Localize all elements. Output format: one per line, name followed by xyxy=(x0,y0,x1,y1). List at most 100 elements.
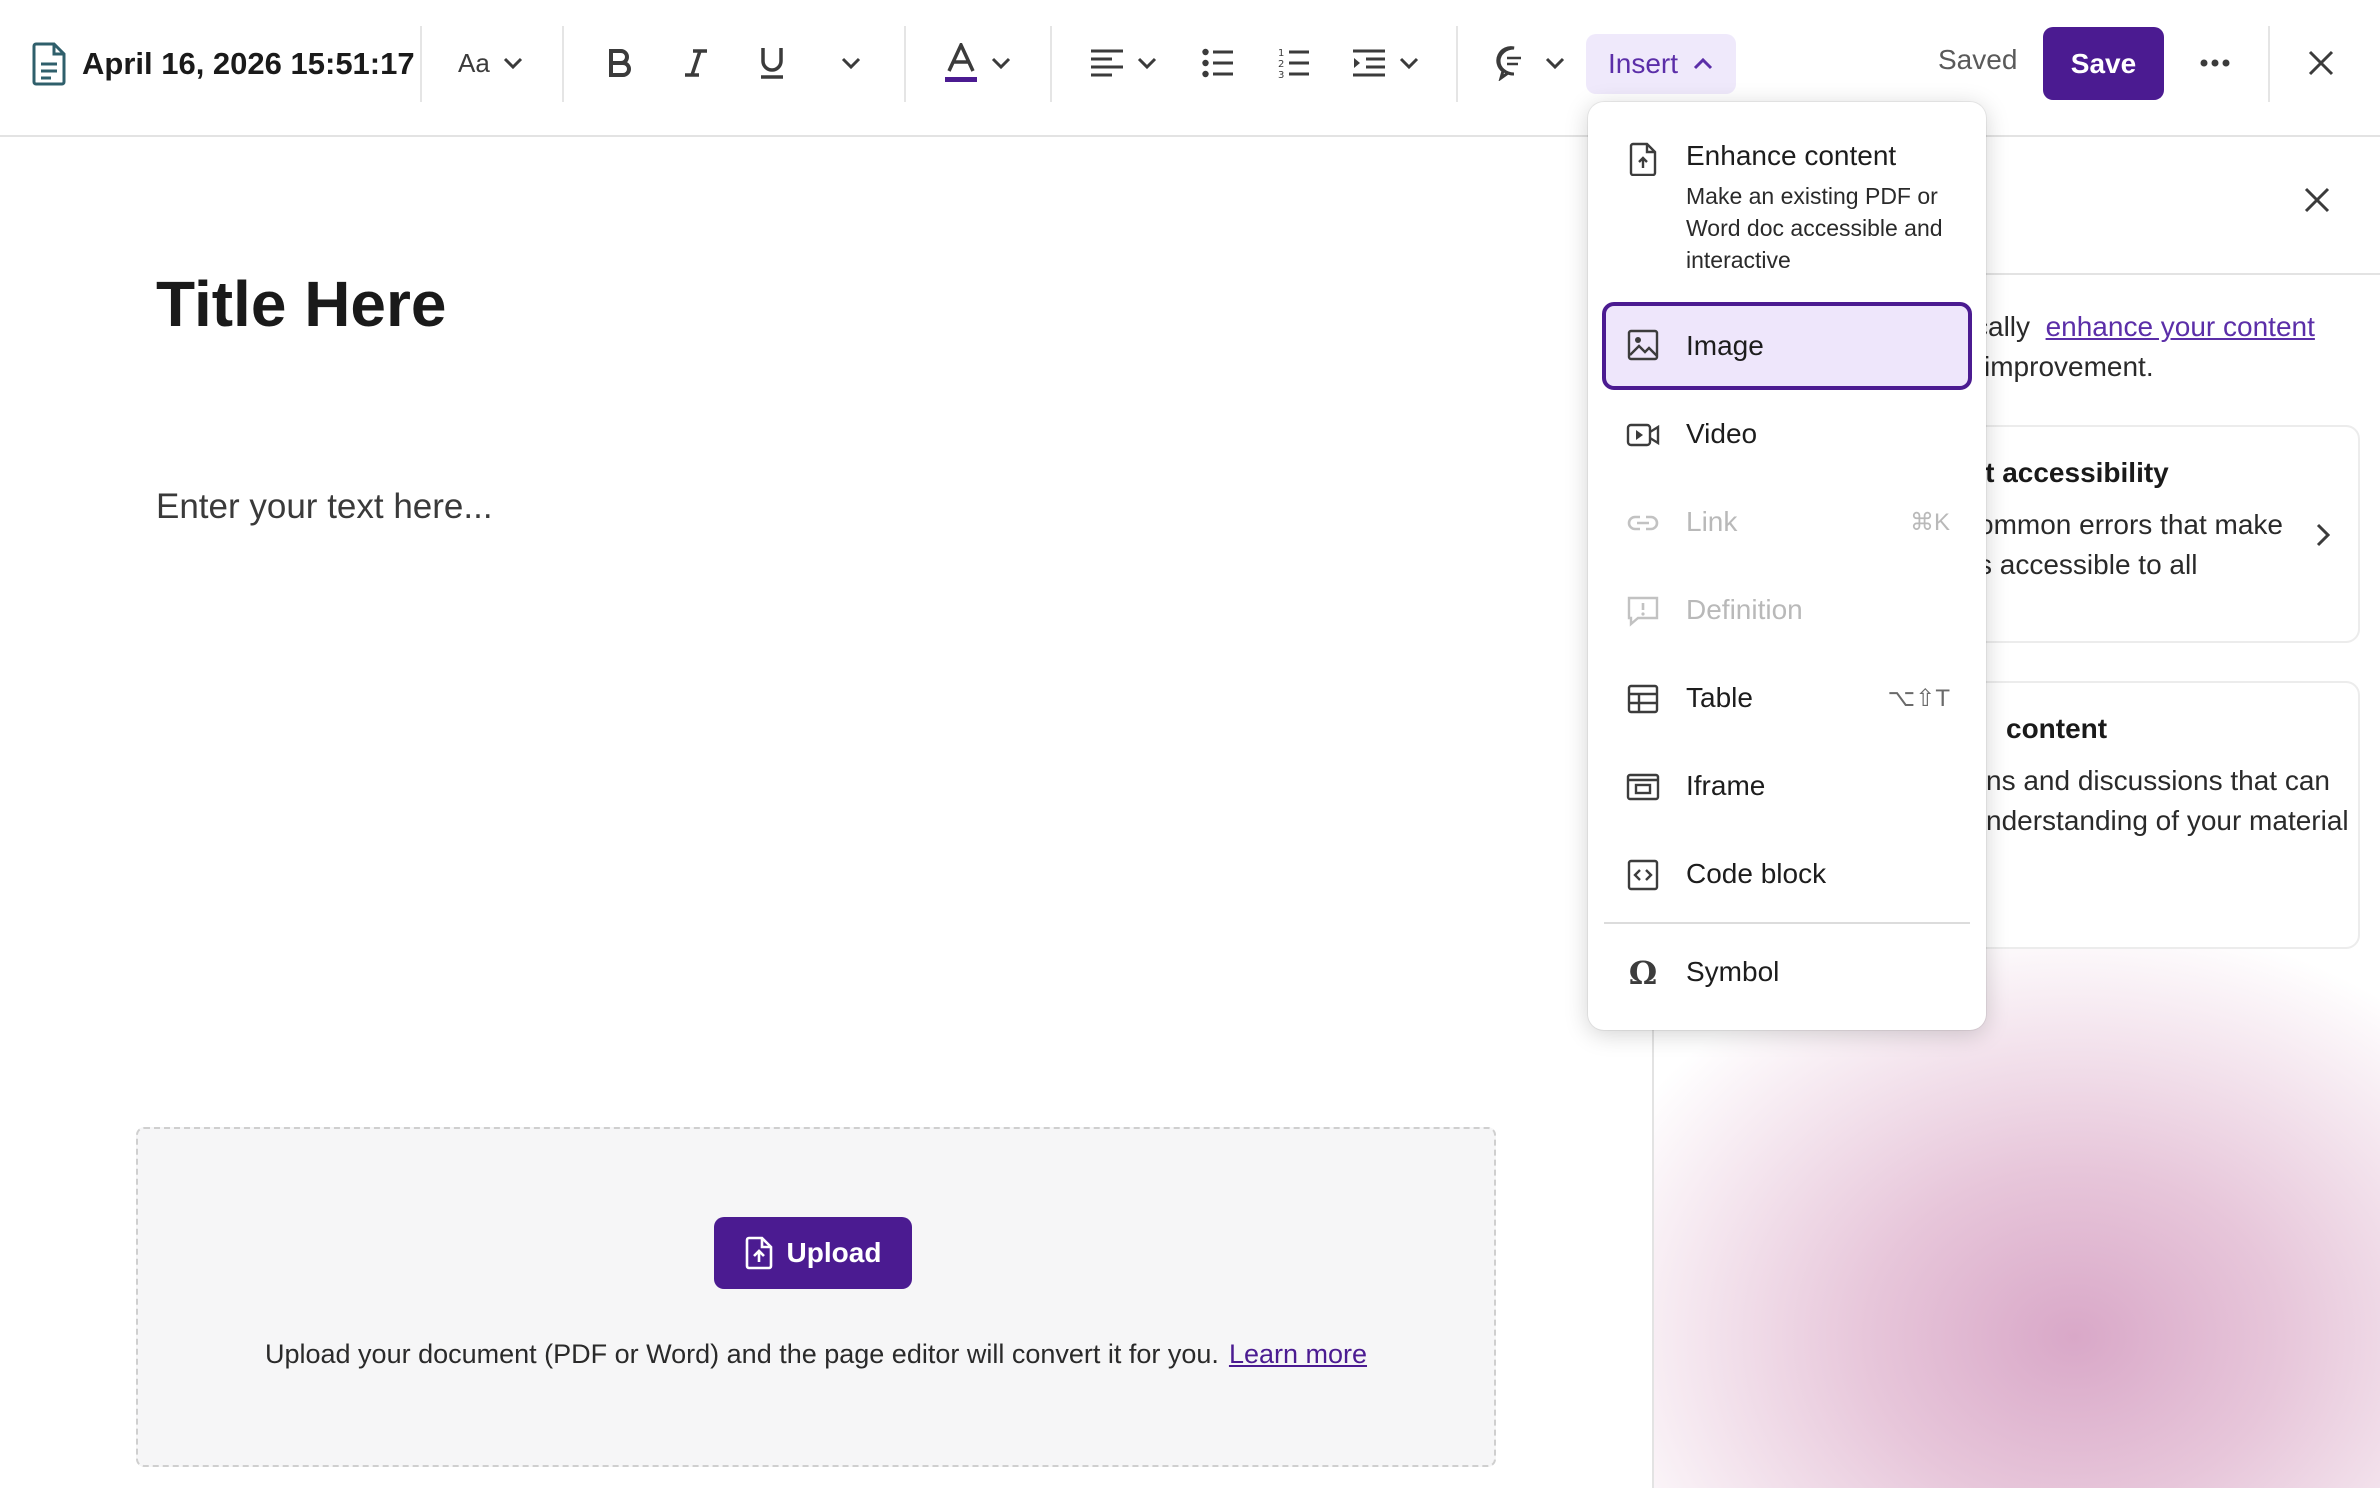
indent-button[interactable] xyxy=(1352,32,1420,94)
editor-canvas: Title Here Enter your text here... Uploa… xyxy=(0,137,1652,1488)
code-block-icon xyxy=(1627,859,1659,891)
enhance-content-link[interactable]: enhance your content xyxy=(2046,311,2315,342)
chevron-up-icon xyxy=(1693,57,1713,70)
card-title: content xyxy=(2006,713,2108,744)
menu-item-label: Iframe xyxy=(1686,770,1766,801)
document-title: April 16, 2026 15:51:17 xyxy=(82,46,415,81)
menu-item-symbol[interactable]: Ω Symbol xyxy=(1602,932,1972,1012)
underline-icon xyxy=(761,48,783,79)
insert-button[interactable]: Insert xyxy=(1586,34,1736,94)
bold-icon xyxy=(609,49,631,77)
comment-icon xyxy=(1496,46,1521,81)
more-horizontal-icon xyxy=(2200,59,2230,67)
menu-item-label: Code block xyxy=(1686,858,1827,889)
indent-icon xyxy=(1353,49,1385,77)
menu-item-link[interactable]: Link ⌘K xyxy=(1602,482,1972,562)
more-formatting-button[interactable] xyxy=(836,32,866,94)
keyboard-shortcut: ⌥⇧T xyxy=(1887,684,1950,712)
insert-label: Insert xyxy=(1607,48,1679,79)
iframe-icon xyxy=(1626,773,1660,801)
video-icon xyxy=(1626,423,1660,447)
menu-item-label: Link xyxy=(1686,506,1738,537)
editor-toolbar: April 16, 2026 15:51:17 Aa 1 2 3 Insert … xyxy=(0,0,2380,137)
menu-item-table[interactable]: Table ⌥⇧T xyxy=(1602,658,1972,738)
chevron-down-icon xyxy=(503,57,522,70)
bold-button[interactable] xyxy=(600,32,640,94)
toolbar-divider xyxy=(2268,26,2270,102)
toolbar-divider xyxy=(904,26,906,102)
font-size-button[interactable]: Aa xyxy=(458,32,524,94)
font-size-label: Aa xyxy=(458,47,490,78)
menu-item-image[interactable]: Image xyxy=(1602,302,1972,390)
menu-item-label: Enhance content xyxy=(1686,140,1897,171)
card-description-line: s accessible to all xyxy=(1978,549,2198,580)
card-title: nt accessibility xyxy=(1968,457,2169,488)
menu-item-label: Definition xyxy=(1686,594,1803,625)
save-button[interactable]: Save xyxy=(2043,27,2164,100)
bullet-list-button[interactable] xyxy=(1200,32,1236,94)
upload-button[interactable]: Upload xyxy=(714,1217,912,1289)
page-title[interactable]: Title Here xyxy=(156,267,447,341)
numbered-list-icon: 1 2 3 xyxy=(1278,48,1309,80)
toolbar-divider xyxy=(1050,26,1052,102)
insert-dropdown-menu: Enhance content Make an existing PDF or … xyxy=(1588,102,1986,1030)
close-panel-button[interactable] xyxy=(2304,187,2344,227)
comment-button[interactable] xyxy=(1496,32,1566,94)
chevron-down-icon xyxy=(1545,57,1565,70)
link-icon xyxy=(1627,515,1659,531)
align-left-icon xyxy=(1091,49,1123,77)
align-button[interactable] xyxy=(1090,32,1158,94)
chevron-right-icon xyxy=(2316,523,2330,547)
toolbar-divider xyxy=(1456,26,1458,102)
keyboard-shortcut: ⌘K xyxy=(1909,508,1950,536)
document-icon xyxy=(32,42,66,86)
menu-item-code-block[interactable]: Code block xyxy=(1602,834,1972,914)
chevron-down-icon xyxy=(991,57,1011,70)
table-icon xyxy=(1627,684,1659,714)
saved-status: Saved xyxy=(1938,44,2018,75)
card-description-line: ns and discussions that can xyxy=(1986,765,2330,796)
menu-item-label: Symbol xyxy=(1686,956,1780,987)
text-color-button[interactable] xyxy=(944,32,1012,94)
italic-button[interactable] xyxy=(676,32,716,94)
underline-button[interactable] xyxy=(752,32,792,94)
card-description: ns and discussions that can nderstanding… xyxy=(1986,761,2380,841)
menu-item-label: Video xyxy=(1686,418,1758,449)
menu-item-iframe[interactable]: Iframe xyxy=(1602,746,1972,826)
numbered-list-button[interactable]: 1 2 3 xyxy=(1276,32,1312,94)
svg-text:1: 1 xyxy=(1278,48,1284,59)
close-editor-button[interactable] xyxy=(2296,32,2346,94)
svg-text:2: 2 xyxy=(1278,59,1284,70)
chevron-down-icon xyxy=(1137,57,1157,70)
menu-item-definition[interactable]: Definition xyxy=(1602,570,1972,650)
chevron-down-icon xyxy=(841,57,861,70)
menu-item-description: Make an existing PDF or Word doc accessi… xyxy=(1686,183,1943,273)
svg-text:3: 3 xyxy=(1278,70,1284,80)
image-icon xyxy=(1627,329,1659,361)
close-icon xyxy=(2304,187,2330,213)
definition-icon xyxy=(1627,596,1659,627)
upload-help-message: Upload your document (PDF or Word) and t… xyxy=(264,1339,1219,1369)
menu-item-video[interactable]: Video xyxy=(1602,394,1972,474)
menu-item-enhance-content[interactable]: Enhance content Make an existing PDF or … xyxy=(1602,124,1972,284)
italic-icon xyxy=(685,49,707,77)
file-upload-icon xyxy=(1629,142,1657,176)
menu-divider xyxy=(1604,922,1970,924)
omega-icon: Ω xyxy=(1628,954,1658,992)
toolbar-divider xyxy=(420,26,422,102)
text-color-icon xyxy=(945,43,977,82)
file-upload-icon xyxy=(745,1236,772,1270)
body-text-input[interactable]: Enter your text here... xyxy=(156,487,493,527)
document-title-area: April 16, 2026 15:51:17 xyxy=(30,38,415,90)
menu-item-label: Image xyxy=(1686,330,1764,361)
menu-item-label: Table xyxy=(1686,682,1753,713)
more-options-button[interactable] xyxy=(2190,32,2240,94)
upload-dropzone[interactable]: Upload Upload your document (PDF or Word… xyxy=(136,1127,1496,1467)
card-description-line: nderstanding of your material xyxy=(1986,805,2349,836)
upload-help-text: Upload your document (PDF or Word) and t… xyxy=(138,1339,1494,1370)
toolbar-divider xyxy=(562,26,564,102)
chevron-down-icon xyxy=(1399,57,1419,70)
learn-more-link[interactable]: Learn more xyxy=(1229,1339,1367,1369)
bullet-list-icon xyxy=(1202,48,1233,78)
upload-button-label: Upload xyxy=(786,1237,882,1268)
